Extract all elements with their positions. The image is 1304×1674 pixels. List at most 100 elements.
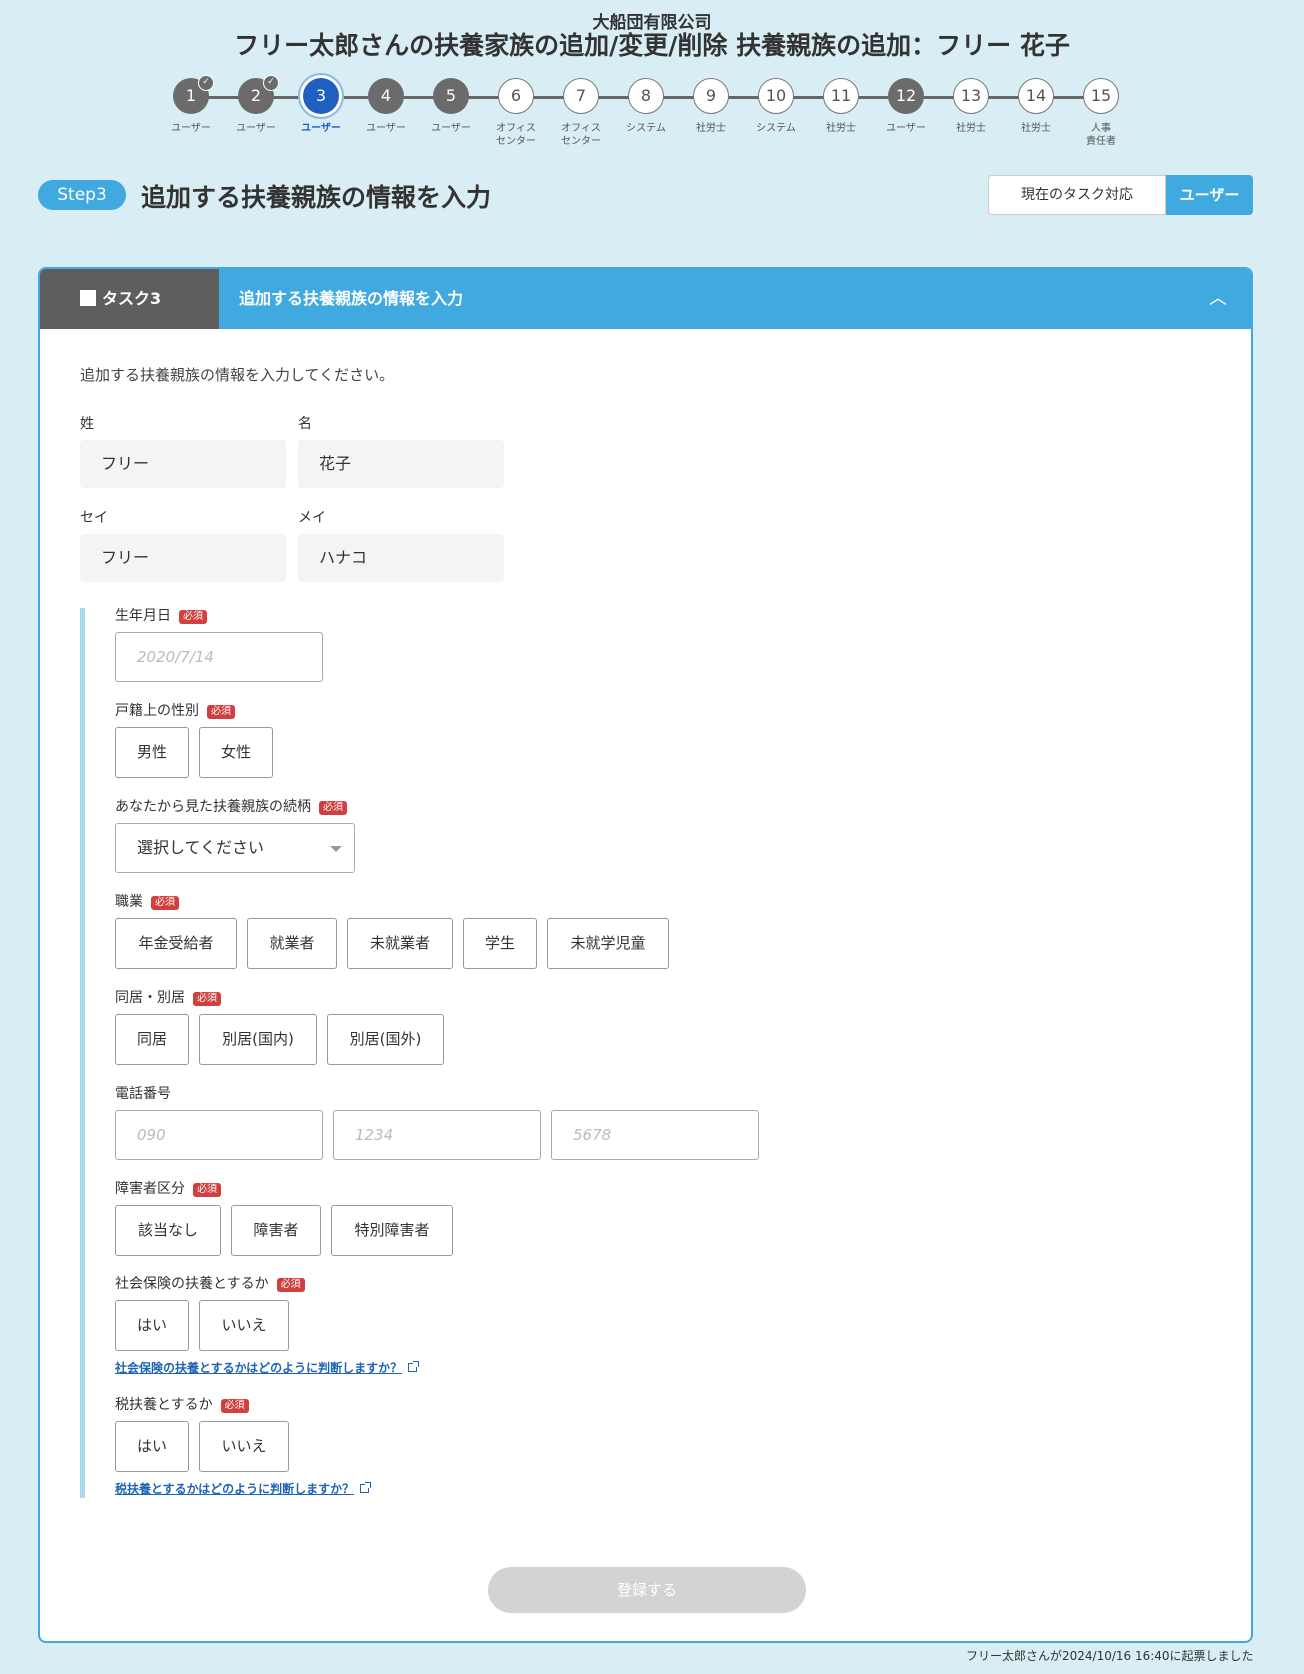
step-circle: 12: [888, 78, 924, 114]
external-link-icon: [408, 1361, 420, 1372]
step-label: システム: [626, 123, 666, 134]
step-label: 社労士: [826, 123, 856, 134]
social-insurance-help-text: 社会保険の扶養とするかはどのように判断しますか？: [115, 1361, 403, 1375]
first-name-field: 花子: [298, 440, 504, 488]
relation-select[interactable]: 選択してください: [115, 823, 355, 873]
gender-option-male[interactable]: 男性: [115, 727, 189, 778]
disability-label: 障害者区分 必須: [115, 1178, 221, 1198]
page-title: フリー太郎さんの扶養家族の追加/変更/削除 扶養親族の追加：フリー 花子: [234, 31, 1070, 60]
step-14: 14 社労士: [1004, 78, 1068, 135]
last-name-kana-field: フリー: [80, 534, 286, 582]
disability-label-text: 障害者区分: [115, 1181, 185, 1197]
step-circle: 4: [368, 78, 404, 114]
step-circle: 15: [1083, 78, 1119, 114]
step-3: 3 ユーザー: [289, 78, 353, 135]
required-badge: 必須: [319, 801, 347, 815]
first-name-kana-field: ハナコ: [298, 534, 504, 582]
tax-dependent-help-link[interactable]: 税扶養とするかはどのように判断しますか？: [115, 1480, 372, 1497]
step-circle: 7: [563, 78, 599, 114]
tax-dependent-option-yes[interactable]: はい: [115, 1421, 189, 1472]
check-icon: ✓: [198, 75, 214, 91]
occupation-label-text: 職業: [115, 894, 143, 910]
checkbox-icon: [80, 290, 96, 306]
step-circle: 1 ✓: [173, 75, 214, 114]
step-label: 人事 責任者: [1086, 123, 1116, 147]
step-7: 7 オフィス センター: [549, 78, 613, 148]
step-circle: 11: [823, 78, 859, 114]
disability-option-none[interactable]: 該当なし: [115, 1205, 221, 1256]
residence-option-together[interactable]: 同居: [115, 1014, 189, 1065]
step-2: 2 ✓ ユーザー: [224, 75, 288, 135]
step-label: ユーザー: [301, 123, 341, 134]
social-insurance-help-link[interactable]: 社会保険の扶養とするかはどのように判断しますか？: [115, 1359, 420, 1376]
step-label: 社労士: [956, 123, 986, 134]
gender-label: 戸籍上の性別 必須: [115, 700, 235, 720]
relation-label: あなたから見た扶養親族の続柄 必須: [115, 796, 347, 816]
residence-option-domestic[interactable]: 別居(国内): [199, 1014, 317, 1065]
required-badge: 必須: [220, 1399, 249, 1413]
required-badge: 必須: [179, 610, 207, 624]
card-title: 追加する扶養親族の情報を入力: [239, 289, 464, 308]
occupation-label: 職業 必須: [115, 891, 179, 911]
card-header[interactable]: タスク3 追加する扶養親族の情報を入力 ︿: [40, 269, 1251, 329]
step-label: 社労士: [1021, 123, 1051, 134]
residence-option-overseas[interactable]: 別居(国外): [327, 1014, 444, 1065]
birthdate-label: 生年月日 必須: [115, 605, 207, 625]
gender-label-text: 戸籍上の性別: [115, 703, 199, 719]
required-badge: 必須: [207, 705, 235, 719]
step-9: 9 社労士: [679, 78, 743, 135]
progress-stepper: 1 ✓ ユーザー 2 ✓ ユーザー 3 ユーザー 4 ユーザー 5 ユーザー 6 オフィス センター 7 オフィ…: [171, 75, 1119, 158]
task-tab: タスク3: [40, 269, 219, 329]
step-label: ユーザー: [236, 123, 276, 134]
occupation-option-unemployed[interactable]: 未就業者: [347, 918, 453, 969]
step-circle: 13: [953, 78, 989, 114]
disability-option-special[interactable]: 特別障害者: [331, 1205, 453, 1256]
current-task-button[interactable]: 現在のタスク対応: [988, 175, 1166, 215]
disability-option-disabled[interactable]: 障害者: [231, 1205, 321, 1256]
required-badge: 必須: [151, 896, 179, 910]
step-label: オフィス センター: [561, 123, 601, 147]
occupation-option-student[interactable]: 学生: [463, 918, 537, 969]
last-name-kana-label: セイ: [80, 510, 108, 526]
step-circle: 2 ✓: [238, 75, 279, 114]
step-title: 追加する扶養親族の情報を入力: [141, 183, 492, 212]
first-name-kana-label: メイ: [298, 510, 326, 526]
occupation-option-preschool[interactable]: 未就学児童: [547, 918, 669, 969]
occupation-option-employed[interactable]: 就業者: [247, 918, 337, 969]
phone-input-3[interactable]: 5678: [551, 1110, 759, 1160]
first-name-label: 名: [298, 416, 312, 432]
birthdate-input[interactable]: 2020/7/14: [115, 632, 323, 682]
residence-label: 同居・別居 必須: [115, 987, 221, 1007]
social-insurance-option-yes[interactable]: はい: [115, 1300, 189, 1351]
intro-text: 追加する扶養親族の情報を入力してください。: [80, 366, 395, 384]
step-label: ユーザー: [171, 123, 211, 134]
relation-label-text: あなたから見た扶養親族の続柄: [115, 799, 311, 815]
role-user-button[interactable]: ユーザー: [1166, 175, 1253, 215]
phone-input-1[interactable]: 090: [115, 1110, 323, 1160]
check-icon: ✓: [263, 75, 279, 91]
step-badge: Step3: [38, 180, 126, 210]
step-5: 5 ユーザー: [419, 78, 483, 135]
step-1: 1 ✓ ユーザー: [159, 75, 223, 135]
occupation-option-pensioner[interactable]: 年金受給者: [115, 918, 237, 969]
step-circle: 8: [628, 78, 664, 114]
phone-label: 電話番号: [115, 1086, 171, 1102]
step-circle: 5: [433, 78, 469, 114]
task-card: タスク3 追加する扶養親族の情報を入力 ︿ 追加する扶養親族の情報を入力してくだ…: [38, 267, 1253, 1643]
step-label: システム: [756, 123, 796, 134]
required-badge: 必須: [276, 1278, 305, 1292]
step-circle: 10: [758, 78, 794, 114]
phone-input-2[interactable]: 1234: [333, 1110, 541, 1160]
last-name-label: 姓: [80, 416, 94, 432]
tax-dependent-option-no[interactable]: いいえ: [199, 1421, 289, 1472]
step-12: 12 ユーザー: [874, 78, 938, 135]
chevron-up-icon[interactable]: ︿: [1209, 269, 1227, 329]
social-insurance-option-no[interactable]: いいえ: [199, 1300, 289, 1351]
step-label: オフィス センター: [496, 123, 536, 147]
gender-option-female[interactable]: 女性: [199, 727, 273, 778]
social-insurance-label: 社会保険の扶養とするか 必須: [115, 1273, 305, 1293]
birthdate-label-text: 生年月日: [115, 608, 171, 624]
required-badge: 必須: [193, 992, 221, 1006]
chevron-down-icon: [330, 846, 342, 852]
submit-button[interactable]: 登録する: [488, 1567, 806, 1613]
